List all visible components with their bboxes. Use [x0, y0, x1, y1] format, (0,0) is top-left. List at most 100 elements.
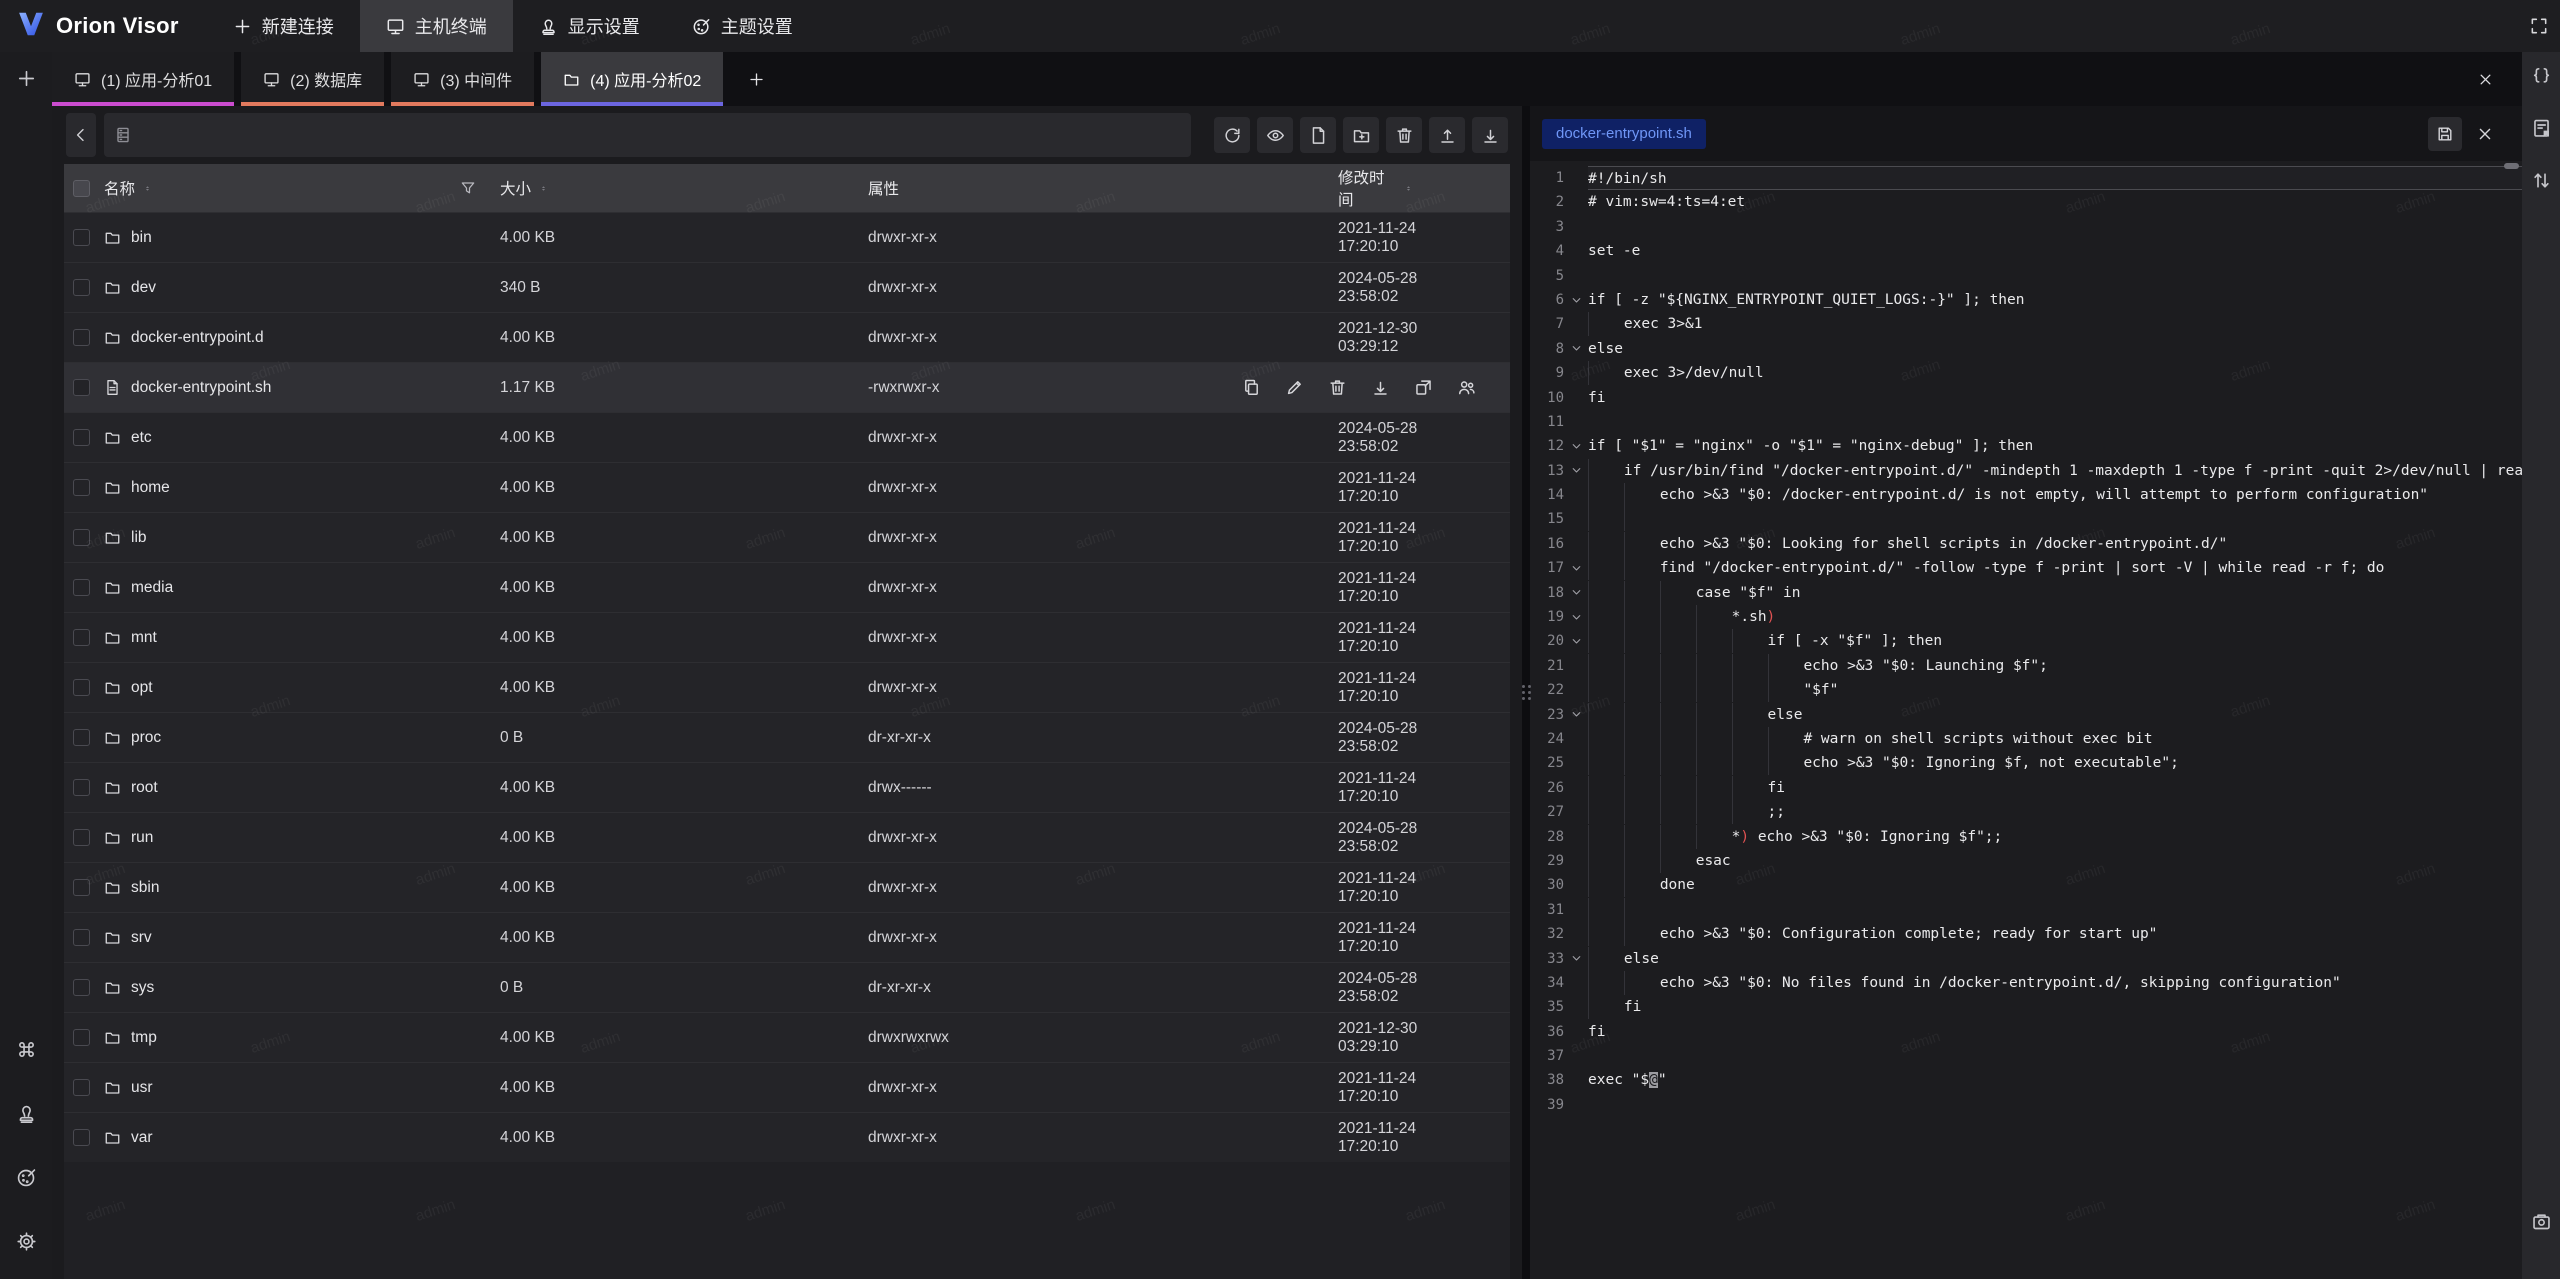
file-row-tmp[interactable]: tmp4.00 KBdrwxrwxrwx2021-12-30 03:29:10	[64, 1012, 1510, 1062]
code-line-22[interactable]: 22"$f"	[1530, 678, 2522, 702]
code-line-10[interactable]: 10fi	[1530, 386, 2522, 410]
file-row-usr[interactable]: usr4.00 KBdrwxr-xr-x2021-11-24 17:20:10	[64, 1062, 1510, 1112]
file-row-bin[interactable]: bin4.00 KBdrwxr-xr-x2021-11-24 17:20:10	[64, 212, 1510, 262]
code-line-8[interactable]: 8else	[1530, 337, 2522, 361]
file-row-srv[interactable]: srv4.00 KBdrwxr-xr-x2021-11-24 17:20:10	[64, 912, 1510, 962]
code-line-31[interactable]: 31	[1530, 898, 2522, 922]
code-line-35[interactable]: 35fi	[1530, 995, 2522, 1019]
file-row-root[interactable]: root4.00 KBdrwx------2021-11-24 17:20:10	[64, 762, 1510, 812]
fold-chevron-icon[interactable]	[1564, 947, 1588, 971]
code-line-17[interactable]: 17find "/docker-entrypoint.d/" -follow -…	[1530, 556, 2522, 580]
filter-icon[interactable]	[460, 180, 476, 196]
code-line-32[interactable]: 32echo >&3 "$0: Configuration complete; …	[1530, 922, 2522, 946]
palette-button[interactable]	[8, 1159, 45, 1201]
file-row-mnt[interactable]: mnt4.00 KBdrwxr-xr-x2021-11-24 17:20:10	[64, 612, 1510, 662]
row-checkbox[interactable]	[73, 979, 90, 996]
row-checkbox[interactable]	[73, 679, 90, 696]
save-button[interactable]	[2428, 117, 2462, 151]
code-line-6[interactable]: 6if [ -z "${NGINX_ENTRYPOINT_QUIET_LOGS:…	[1530, 288, 2522, 312]
code-editor[interactable]: 1#!/bin/sh2# vim:sw=4:ts=4:et34set -e56i…	[1530, 161, 2522, 1279]
command-button[interactable]	[8, 1031, 45, 1073]
back-button[interactable]	[66, 113, 96, 157]
code-line-29[interactable]: 29esac	[1530, 849, 2522, 873]
braces-button[interactable]	[2531, 66, 2552, 92]
open-file-chip[interactable]: docker-entrypoint.sh	[1542, 119, 1706, 149]
row-checkbox[interactable]	[73, 779, 90, 796]
move-action-button[interactable]	[1414, 378, 1433, 397]
fold-chevron-icon[interactable]	[1564, 703, 1588, 727]
row-checkbox[interactable]	[73, 429, 90, 446]
code-line-23[interactable]: 23else	[1530, 703, 2522, 727]
nav-item-display-settings[interactable]: 显示设置	[513, 0, 666, 52]
code-line-19[interactable]: 19*.sh)	[1530, 605, 2522, 629]
gear-button[interactable]	[8, 1223, 45, 1265]
header-mtime[interactable]: 修改时间	[1338, 166, 1396, 210]
file-row-lib[interactable]: lib4.00 KBdrwxr-xr-x2021-11-24 17:20:10	[64, 512, 1510, 562]
code-line-37[interactable]: 37	[1530, 1044, 2522, 1068]
code-line-3[interactable]: 3	[1530, 215, 2522, 239]
row-checkbox[interactable]	[73, 579, 90, 596]
code-line-39[interactable]: 39	[1530, 1093, 2522, 1117]
add-tab-button[interactable]	[730, 52, 783, 106]
session-tab-2[interactable]: (2) 数据库	[241, 52, 384, 106]
code-line-12[interactable]: 12if [ "$1" = "nginx" -o "$1" = "nginx-d…	[1530, 434, 2522, 458]
upload-button[interactable]	[1429, 117, 1465, 153]
code-line-20[interactable]: 20if [ -x "$f" ]; then	[1530, 629, 2522, 653]
close-tabs-button[interactable]	[2477, 71, 2494, 88]
row-checkbox[interactable]	[73, 729, 90, 746]
fold-chevron-icon[interactable]	[1564, 459, 1588, 483]
row-checkbox[interactable]	[73, 1079, 90, 1096]
code-line-34[interactable]: 34echo >&3 "$0: No files found in /docke…	[1530, 971, 2522, 995]
session-tab-3[interactable]: (3) 中间件	[391, 52, 534, 106]
fold-chevron-icon[interactable]	[1564, 556, 1588, 580]
code-line-24[interactable]: 24# warn on shell scripts without exec b…	[1530, 727, 2522, 751]
code-line-5[interactable]: 5	[1530, 264, 2522, 288]
code-line-7[interactable]: 7exec 3>&1	[1530, 312, 2522, 336]
file-plus-button[interactable]	[1300, 117, 1336, 153]
session-tab-4[interactable]: (4) 应用-分析02	[541, 52, 723, 106]
row-checkbox[interactable]	[73, 1029, 90, 1046]
session-tab-1[interactable]: (1) 应用-分析01	[52, 52, 234, 106]
new-terminal-button[interactable]	[8, 60, 45, 97]
code-line-9[interactable]: 9exec 3>/dev/null	[1530, 361, 2522, 385]
download-button[interactable]	[1472, 117, 1508, 153]
sort-name-icon[interactable]	[142, 185, 153, 192]
code-line-16[interactable]: 16echo >&3 "$0: Looking for shell script…	[1530, 532, 2522, 556]
row-checkbox[interactable]	[73, 929, 90, 946]
camera-button[interactable]	[2531, 1211, 2552, 1237]
fold-chevron-icon[interactable]	[1564, 605, 1588, 629]
sort-mtime-icon[interactable]	[1403, 185, 1414, 192]
code-line-27[interactable]: 27;;	[1530, 800, 2522, 824]
file-row-dev[interactable]: dev340 Bdrwxr-xr-x2024-05-28 23:58:02	[64, 262, 1510, 312]
row-checkbox[interactable]	[73, 829, 90, 846]
row-checkbox[interactable]	[73, 329, 90, 346]
code-line-2[interactable]: 2# vim:sw=4:ts=4:et	[1530, 190, 2522, 214]
brand[interactable]: Orion Visor	[0, 0, 207, 52]
pencil-action-button[interactable]	[1285, 378, 1304, 397]
code-line-11[interactable]: 11	[1530, 410, 2522, 434]
file-row-docker-entrypoint.d[interactable]: docker-entrypoint.d4.00 KBdrwxr-xr-x2021…	[64, 312, 1510, 362]
file-row-docker-entrypoint.sh[interactable]: docker-entrypoint.sh1.17 KB-rwxrwxr-x	[64, 362, 1510, 412]
row-checkbox[interactable]	[73, 279, 90, 296]
row-checkbox[interactable]	[73, 1129, 90, 1146]
sort-arrows-button[interactable]	[2531, 170, 2552, 196]
code-line-4[interactable]: 4set -e	[1530, 239, 2522, 263]
panel-splitter[interactable]	[1522, 106, 1530, 1279]
file-row-sys[interactable]: sys0 Bdr-xr-xr-x2024-05-28 23:58:02	[64, 962, 1510, 1012]
file-bookmark-button[interactable]	[2531, 118, 2552, 144]
stamp-button[interactable]	[8, 1095, 45, 1137]
code-line-33[interactable]: 33else	[1530, 947, 2522, 971]
trash-button[interactable]	[1386, 117, 1422, 153]
fold-chevron-icon[interactable]	[1564, 288, 1588, 312]
code-line-13[interactable]: 13if /usr/bin/find "/docker-entrypoint.d…	[1530, 459, 2522, 483]
fold-chevron-icon[interactable]	[1564, 629, 1588, 653]
file-row-media[interactable]: media4.00 KBdrwxr-xr-x2021-11-24 17:20:1…	[64, 562, 1510, 612]
file-row-home[interactable]: home4.00 KBdrwxr-xr-x2021-11-24 17:20:10	[64, 462, 1510, 512]
editor-scrollbar-thumb[interactable]	[2504, 163, 2519, 169]
row-checkbox[interactable]	[73, 479, 90, 496]
fold-chevron-icon[interactable]	[1564, 581, 1588, 605]
code-line-25[interactable]: 25echo >&3 "$0: Ignoring $f, not executa…	[1530, 751, 2522, 775]
nav-item-new-connection[interactable]: 新建连接	[207, 0, 360, 52]
code-line-26[interactable]: 26fi	[1530, 776, 2522, 800]
code-line-18[interactable]: 18case "$f" in	[1530, 581, 2522, 605]
